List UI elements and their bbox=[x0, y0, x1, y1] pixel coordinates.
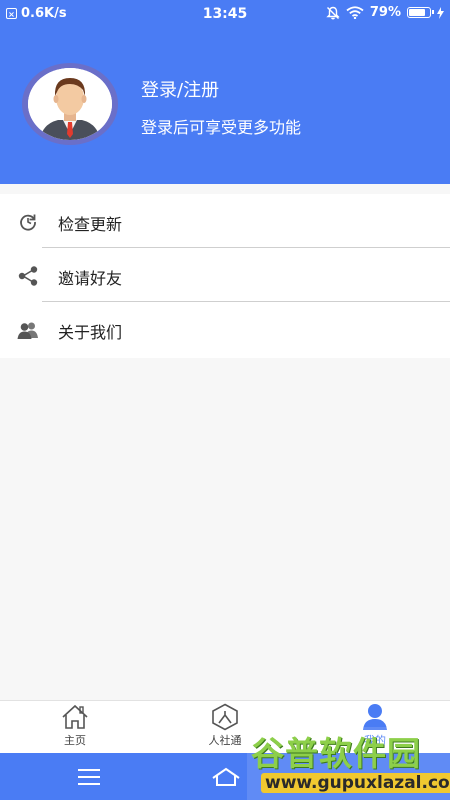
silent-bell-icon bbox=[326, 6, 340, 19]
share-icon bbox=[18, 266, 38, 286]
watermark: 谷普软件园 www.gupuxlazal.com bbox=[247, 727, 450, 800]
home-icon bbox=[62, 704, 88, 729]
refresh-icon bbox=[20, 214, 36, 231]
users-icon bbox=[17, 322, 38, 339]
status-bar: × 0.6K/s 13:45 79% bbox=[0, 0, 450, 28]
menu-item-invite-friends[interactable]: 邀请好友 bbox=[0, 248, 450, 302]
tab-label: 主页 bbox=[64, 734, 86, 747]
settings-menu: 检查更新 邀请好友 关于我们 bbox=[0, 194, 450, 358]
login-hint: 登录后可享受更多功能 bbox=[141, 118, 302, 137]
menu-item-label: 邀请好友 bbox=[58, 269, 123, 288]
tab-home[interactable]: 主页 bbox=[25, 701, 125, 754]
battery-percent: 79% bbox=[369, 5, 401, 20]
hexagon-person-icon bbox=[212, 703, 238, 731]
menu-item-label: 关于我们 bbox=[58, 323, 123, 342]
watermark-url: www.gupuxlazal.com bbox=[261, 773, 450, 793]
menu-icon[interactable] bbox=[76, 766, 102, 788]
avatar-image bbox=[28, 68, 112, 140]
menu-item-check-update[interactable]: 检查更新 bbox=[0, 194, 450, 248]
battery-icon bbox=[407, 7, 434, 18]
avatar[interactable] bbox=[22, 63, 118, 145]
status-right: 79% bbox=[326, 5, 444, 20]
battery-level-fill bbox=[409, 9, 425, 16]
profile-header: 登录/注册 登录后可享受更多功能 bbox=[0, 28, 450, 184]
menu-item-about-us[interactable]: 关于我们 bbox=[0, 302, 450, 356]
businessman-avatar-icon bbox=[28, 68, 112, 140]
watermark-logo: 谷普软件园 bbox=[251, 734, 421, 773]
wifi-icon bbox=[346, 6, 364, 19]
charging-icon bbox=[437, 6, 444, 19]
login-register-link[interactable]: 登录/注册 bbox=[141, 76, 219, 102]
menu-item-label: 检查更新 bbox=[58, 215, 123, 234]
home-nav-icon[interactable] bbox=[211, 766, 241, 788]
